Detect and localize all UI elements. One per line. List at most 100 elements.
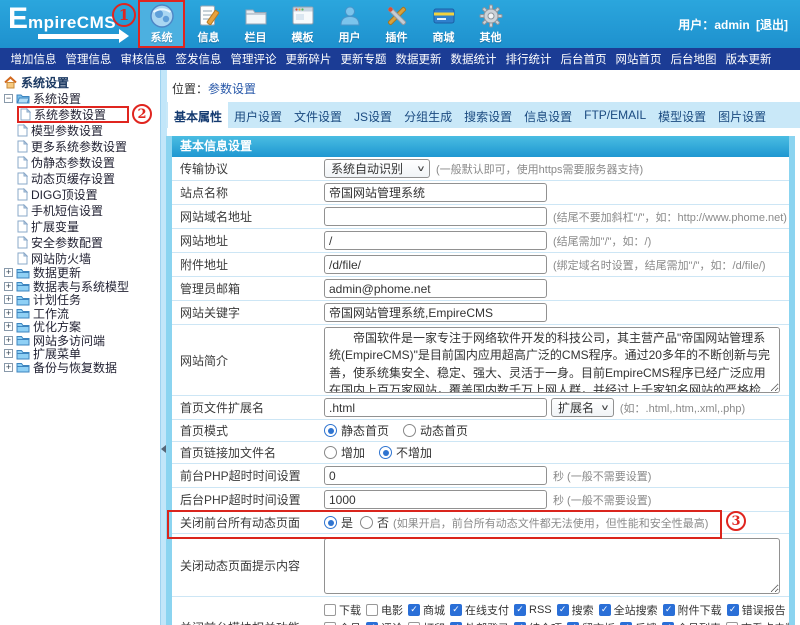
tree-item[interactable]: 模型参数设置 bbox=[17, 122, 160, 138]
checkbox-checked[interactable] bbox=[450, 604, 462, 616]
logout-link[interactable]: [退出] bbox=[756, 18, 788, 32]
checkbox-checked[interactable] bbox=[557, 604, 569, 616]
tree-item[interactable]: 伪静态参数设置 bbox=[17, 154, 160, 170]
tab-8[interactable]: 模型设置 bbox=[652, 102, 712, 128]
tab-3[interactable]: JS设置 bbox=[348, 102, 398, 128]
extension-select[interactable]: 扩展名∨ bbox=[551, 398, 614, 417]
radio-unchecked[interactable] bbox=[360, 516, 373, 529]
menubar-item[interactable]: 更新碎片 bbox=[281, 51, 336, 67]
checkbox-checked[interactable] bbox=[366, 622, 378, 625]
checkbox-option[interactable]: 留言板 bbox=[567, 620, 615, 625]
radio-option[interactable]: 动态首页 bbox=[403, 422, 468, 439]
checkbox-checked[interactable] bbox=[662, 622, 674, 625]
tab-0[interactable]: 基本属性 bbox=[168, 102, 228, 128]
collapse-expander-icon[interactable]: − bbox=[4, 94, 13, 103]
menubar-item[interactable]: 更新专题 bbox=[336, 51, 391, 67]
checkbox-option[interactable]: 会员列表 bbox=[662, 620, 721, 625]
menubar-item[interactable]: 数据更新 bbox=[391, 51, 446, 67]
checkbox-checked[interactable] bbox=[599, 604, 611, 616]
nav-item[interactable]: 用户 bbox=[326, 0, 373, 48]
tree-item[interactable]: 手机短信设置 bbox=[17, 202, 160, 218]
nav-item[interactable]: 其他 bbox=[467, 0, 514, 48]
tab-1[interactable]: 用户设置 bbox=[228, 102, 288, 128]
expand-icon[interactable]: + bbox=[4, 363, 13, 372]
radio-option[interactable]: 不增加 bbox=[379, 444, 432, 461]
nav-item[interactable]: 模板 bbox=[279, 0, 326, 48]
checkbox-option[interactable]: 电影 bbox=[366, 602, 403, 618]
tree-item[interactable]: +备份与恢复数据 bbox=[4, 361, 160, 375]
checkbox-checked[interactable] bbox=[450, 622, 462, 625]
menubar-item[interactable]: 数据统计 bbox=[446, 51, 501, 67]
radio-option[interactable]: 是 bbox=[324, 514, 353, 531]
dropdown-select[interactable]: 系统自动识别∨ bbox=[324, 159, 430, 178]
tab-4[interactable]: 分组生成 bbox=[398, 102, 458, 128]
checkbox-option[interactable]: 在线支付 bbox=[450, 602, 509, 618]
menubar-item[interactable]: 审核信息 bbox=[116, 51, 171, 67]
menubar-item[interactable]: 版本更新 bbox=[721, 51, 776, 67]
tree-item[interactable]: 安全参数配置 bbox=[17, 234, 160, 250]
text-input[interactable] bbox=[324, 279, 547, 298]
nav-item[interactable]: 商城 bbox=[420, 0, 467, 48]
text-input[interactable] bbox=[324, 490, 547, 509]
tab-7[interactable]: FTP/EMAIL bbox=[578, 102, 652, 128]
expand-icon[interactable]: + bbox=[4, 309, 13, 318]
nav-item[interactable]: 系统 bbox=[138, 0, 185, 48]
text-input[interactable] bbox=[324, 303, 547, 322]
nav-item[interactable]: 信息 bbox=[185, 0, 232, 48]
expand-icon[interactable]: + bbox=[4, 282, 13, 291]
text-input[interactable] bbox=[324, 207, 547, 226]
menubar-item[interactable]: 后台地图 bbox=[666, 51, 721, 67]
tab-2[interactable]: 文件设置 bbox=[288, 102, 348, 128]
nav-item[interactable]: 插件 bbox=[373, 0, 420, 48]
tree-item[interactable]: 系统参数设置2 bbox=[17, 106, 160, 122]
tree-item[interactable]: +数据表与系统模型 bbox=[4, 280, 160, 294]
checkbox-option[interactable]: 商城 bbox=[408, 602, 445, 618]
text-input[interactable] bbox=[324, 466, 547, 485]
checkbox-checked[interactable] bbox=[620, 622, 632, 625]
radio-checked[interactable] bbox=[324, 424, 337, 437]
checkbox-option[interactable]: 错误报告 bbox=[727, 602, 786, 618]
tree-item[interactable]: +计划任务 bbox=[4, 293, 160, 307]
checkbox-checked[interactable] bbox=[408, 604, 420, 616]
nav-item[interactable]: 栏目 bbox=[232, 0, 279, 48]
radio-unchecked[interactable] bbox=[403, 424, 416, 437]
checkbox-unchecked[interactable] bbox=[324, 622, 336, 625]
checkbox-option[interactable]: 下载 bbox=[324, 602, 361, 618]
checkbox-checked[interactable] bbox=[514, 622, 526, 625]
tab-9[interactable]: 图片设置 bbox=[712, 102, 772, 128]
checkbox-checked[interactable] bbox=[567, 622, 579, 625]
checkbox-option[interactable]: 打印 bbox=[408, 620, 445, 625]
radio-checked[interactable] bbox=[324, 516, 337, 529]
text-input[interactable] bbox=[324, 398, 547, 417]
radio-option[interactable]: 否(如果开启，前台所有动态文件都无法使用，但性能和安全性最高) bbox=[360, 514, 708, 531]
checkbox-unchecked[interactable] bbox=[324, 604, 336, 616]
checkbox-option[interactable]: 查看点击数 bbox=[726, 620, 789, 625]
expand-icon[interactable]: + bbox=[4, 322, 13, 331]
menubar-item[interactable]: 增加信息 bbox=[6, 51, 61, 67]
text-input[interactable] bbox=[324, 183, 547, 202]
tab-5[interactable]: 搜索设置 bbox=[458, 102, 518, 128]
radio-option[interactable]: 增加 bbox=[324, 444, 365, 461]
expand-icon[interactable]: + bbox=[4, 336, 13, 345]
textarea-input[interactable]: 帝国软件是一家专注于网络软件开发的科技公司，其主营产品"帝国网站管理系统(Emp… bbox=[324, 327, 780, 393]
textarea-input[interactable] bbox=[324, 538, 780, 594]
checkbox-unchecked[interactable] bbox=[726, 622, 738, 625]
checkbox-checked[interactable] bbox=[663, 604, 675, 616]
tree-item[interactable]: 扩展变量 bbox=[17, 218, 160, 234]
tree-item[interactable]: +工作流 bbox=[4, 307, 160, 321]
checkbox-option[interactable]: 评论 bbox=[366, 620, 403, 625]
checkbox-option[interactable]: 附件下载 bbox=[663, 602, 722, 618]
menubar-item[interactable]: 排行统计 bbox=[501, 51, 556, 67]
checkbox-option[interactable]: RSS bbox=[514, 604, 552, 616]
menubar-item[interactable]: 管理评论 bbox=[226, 51, 281, 67]
menubar-item[interactable]: 后台首页 bbox=[556, 51, 611, 67]
checkbox-checked[interactable] bbox=[727, 604, 739, 616]
text-input[interactable] bbox=[324, 231, 547, 250]
checkbox-option[interactable]: 反馈 bbox=[620, 620, 657, 625]
checkbox-option[interactable]: 会员 bbox=[324, 620, 361, 625]
tab-6[interactable]: 信息设置 bbox=[518, 102, 578, 128]
checkbox-option[interactable]: 外部登录 bbox=[450, 620, 509, 625]
text-input[interactable] bbox=[324, 255, 547, 274]
expand-icon[interactable]: + bbox=[4, 295, 13, 304]
checkbox-checked[interactable] bbox=[514, 604, 526, 616]
